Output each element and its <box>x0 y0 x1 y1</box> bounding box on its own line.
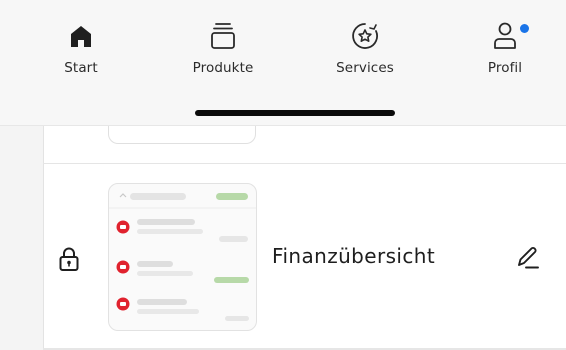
tab-label: Services <box>336 60 394 76</box>
pencil-icon[interactable] <box>513 244 541 272</box>
screen: Finanzübersicht Start Produkte Services … <box>0 0 566 350</box>
tab-produkte[interactable]: Produkte <box>168 20 278 90</box>
house-icon <box>65 20 97 52</box>
stack-icon <box>207 20 239 52</box>
tab-label: Start <box>64 60 98 76</box>
tab-label: Profil <box>487 60 523 76</box>
tab-bar: Start Produkte Services Profil <box>0 0 566 126</box>
person-icon <box>489 20 521 52</box>
notification-dot <box>520 24 529 33</box>
tab-label: Produkte <box>192 60 254 76</box>
widget-title: Finanzübersicht <box>272 244 436 268</box>
divider <box>43 163 566 164</box>
lock-icon <box>58 246 80 272</box>
home-indicator <box>195 110 395 116</box>
finanzuebersicht-thumbnail[interactable] <box>108 183 257 331</box>
tab-services[interactable]: Services <box>310 20 420 90</box>
tab-profil[interactable]: Profil <box>450 20 560 90</box>
tab-start[interactable]: Start <box>26 20 136 90</box>
star-badge-icon <box>349 20 381 52</box>
